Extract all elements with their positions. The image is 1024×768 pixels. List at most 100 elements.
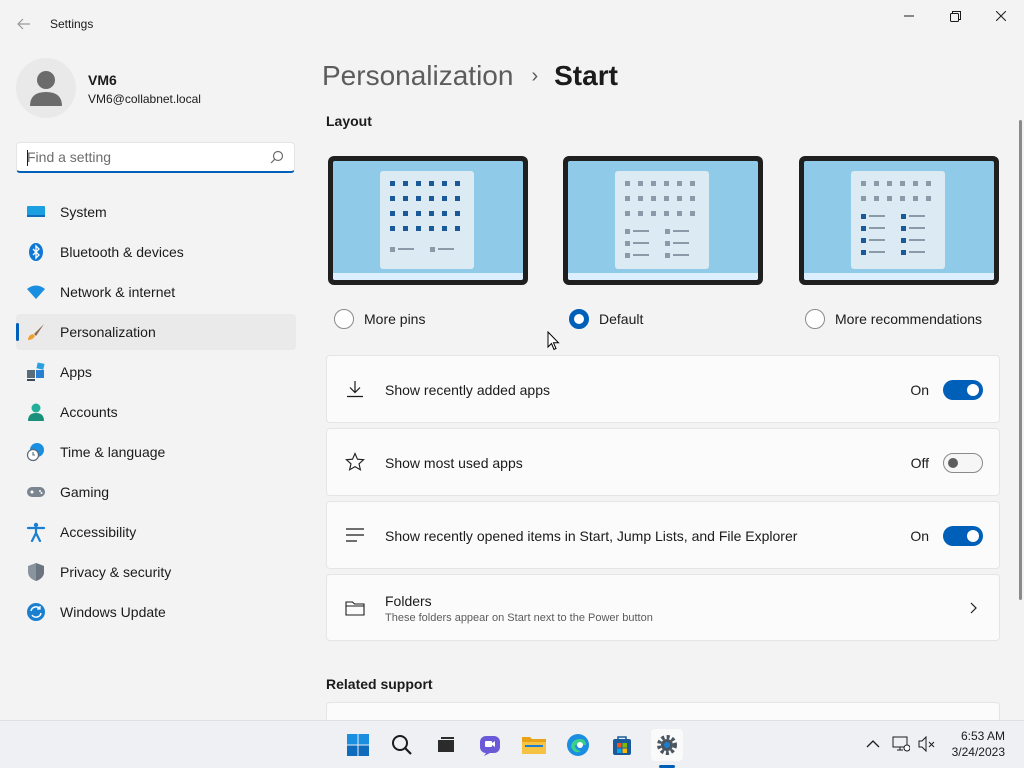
sidebar-item-system[interactable]: System	[16, 194, 296, 230]
back-button[interactable]	[12, 12, 36, 36]
sidebar-nav: System Bluetooth & devices Network & int…	[16, 194, 296, 634]
preview-taskbar	[568, 273, 758, 280]
taskbar-search-button[interactable]	[386, 729, 418, 761]
task-view-button[interactable]	[430, 729, 462, 761]
clock-time[interactable]: 6:53 AM	[961, 729, 1005, 743]
radio-button-selected[interactable]	[569, 309, 589, 329]
search-input[interactable]	[17, 143, 257, 171]
sidebar-item-label: Apps	[60, 364, 92, 380]
toggle-state-text: On	[910, 382, 929, 398]
store-icon	[613, 736, 631, 755]
layout-preview-more-pins[interactable]	[328, 156, 528, 285]
close-button[interactable]	[978, 0, 1024, 32]
edge-button[interactable]	[562, 729, 594, 761]
accounts-icon	[26, 402, 46, 422]
sidebar-item-gaming[interactable]: Gaming	[16, 474, 296, 510]
default-grid-graphic	[625, 181, 695, 258]
sidebar-item-label: Privacy & security	[60, 564, 172, 580]
chevron-right-icon	[970, 602, 977, 614]
radio-label: Default	[599, 311, 644, 327]
layout-option-more-recommendations[interactable]: More recommendations	[805, 309, 982, 329]
list-icon	[346, 528, 364, 542]
sidebar-item-label: Bluetooth & devices	[60, 244, 184, 260]
layout-preview-default[interactable]	[563, 156, 763, 285]
edge-icon	[567, 734, 589, 756]
scrollbar[interactable]	[1019, 120, 1022, 600]
setting-label: Show most used apps	[385, 455, 523, 471]
mouse-cursor-icon	[547, 331, 560, 351]
start-menu-preview	[380, 171, 474, 269]
wifi-icon	[26, 282, 46, 302]
brush-icon	[26, 322, 46, 342]
radio-label: More pins	[364, 311, 426, 327]
sidebar-item-privacy-security[interactable]: Privacy & security	[16, 554, 296, 590]
file-explorer-button[interactable]	[518, 729, 550, 761]
sidebar-item-accessibility[interactable]: Accessibility	[16, 514, 296, 550]
network-icon[interactable]	[892, 735, 910, 753]
start-icon	[347, 734, 369, 756]
restore-button[interactable]	[932, 0, 978, 32]
folders-title: Folders	[385, 593, 432, 609]
preview-taskbar	[804, 273, 994, 280]
user-name: VM6	[88, 72, 117, 88]
sidebar-item-label: Gaming	[60, 484, 110, 500]
chat-button[interactable]	[474, 729, 506, 761]
sidebar-item-label: Accounts	[60, 404, 118, 420]
text-caret	[27, 150, 28, 166]
setting-most-used-apps: Show most used apps Off	[326, 428, 1000, 496]
sidebar-item-personalization[interactable]: Personalization	[16, 314, 296, 350]
gamepad-icon	[26, 482, 46, 502]
app-title: Settings	[50, 17, 94, 31]
radio-label: More recommendations	[835, 311, 983, 327]
clock-date[interactable]: 3/24/2023	[952, 745, 1005, 759]
user-email: VM6@collabnet.local	[88, 92, 201, 106]
folder-icon	[345, 600, 365, 616]
preview-taskbar	[333, 273, 523, 280]
toggle-state-text: Off	[910, 455, 929, 471]
toggle-switch[interactable]	[943, 380, 983, 400]
taskbar	[0, 720, 1024, 768]
store-button[interactable]	[606, 729, 638, 761]
minimize-button[interactable]	[886, 0, 932, 32]
settings-taskbar-button[interactable]	[651, 729, 683, 761]
task-view-icon	[438, 737, 454, 752]
star-icon	[345, 452, 365, 471]
avatar[interactable]	[16, 58, 76, 118]
search-box[interactable]	[16, 142, 295, 173]
sidebar-item-apps[interactable]: Apps	[16, 354, 296, 390]
breadcrumb-parent[interactable]: Personalization	[322, 60, 513, 92]
toggle-switch[interactable]	[943, 453, 983, 473]
chevron-up-icon[interactable]	[866, 739, 880, 749]
radio-button[interactable]	[334, 309, 354, 329]
setting-folders[interactable]: Folders These folders appear on Start ne…	[326, 574, 1000, 641]
setting-label: Show recently added apps	[385, 382, 550, 398]
sidebar-item-accounts[interactable]: Accounts	[16, 394, 296, 430]
sidebar-item-windows-update[interactable]: Windows Update	[16, 594, 296, 630]
toggle-switch[interactable]	[943, 526, 983, 546]
restore-icon	[949, 10, 961, 22]
sidebar-item-network[interactable]: Network & internet	[16, 274, 296, 310]
clock-globe-icon	[26, 442, 46, 462]
download-icon	[347, 381, 363, 398]
related-support-card[interactable]	[326, 702, 1000, 722]
start-button[interactable]	[342, 729, 374, 761]
accessibility-icon	[26, 522, 46, 542]
sidebar-item-label: System	[60, 204, 107, 220]
settings-icon	[657, 735, 677, 755]
setting-recently-opened-items: Show recently opened items in Start, Jum…	[326, 501, 1000, 569]
search-icon	[392, 735, 412, 755]
layout-option-more-pins[interactable]: More pins	[334, 309, 425, 329]
layout-option-default[interactable]: Default	[569, 309, 643, 329]
sidebar-item-bluetooth[interactable]: Bluetooth & devices	[16, 234, 296, 270]
title-bar: Settings	[0, 0, 1024, 48]
search-icon[interactable]	[270, 150, 284, 164]
layout-preview-more-recommendations[interactable]	[799, 156, 999, 285]
system-icon	[26, 202, 46, 222]
start-menu-preview	[851, 171, 945, 269]
volume-muted-icon[interactable]	[918, 735, 936, 753]
minimize-icon	[904, 15, 914, 17]
sidebar-item-time-language[interactable]: Time & language	[16, 434, 296, 470]
radio-button[interactable]	[805, 309, 825, 329]
related-support-title: Related support	[326, 676, 433, 692]
sidebar-item-label: Accessibility	[60, 524, 137, 540]
